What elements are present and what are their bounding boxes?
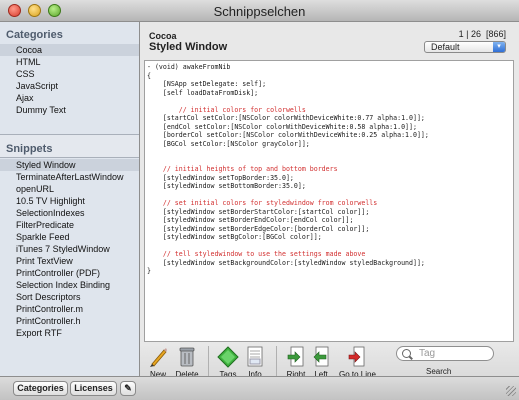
snippet-header: Cocoa Styled Window 1 | 26 [866] Default…: [140, 22, 519, 60]
sidebar: Categories Cocoa HTML CSS JavaScript Ajax Dum…: [0, 22, 140, 376]
snippet-item[interactable]: SelectionIndexes: [0, 207, 139, 219]
categories-list: Cocoa HTML CSS JavaScript Ajax Dummy Text: [0, 44, 139, 116]
snippet-title: Styled Window: [149, 41, 228, 53]
snippet-item[interactable]: FilterPredicate: [0, 219, 139, 231]
code-line: - (void) awakeFromNib: [147, 63, 231, 71]
snippet-item[interactable]: PrintController (PDF): [0, 267, 139, 279]
categories-button[interactable]: Categories: [13, 381, 68, 396]
code-line: [self loadDataFromDisk];: [147, 88, 259, 97]
code-editor[interactable]: - (void) awakeFromNib{ [NSApp setDelegat…: [144, 60, 514, 342]
code-line: [borderCol setColor:[NSColor colorWithDe…: [147, 131, 429, 139]
code-line: [styledWindow setBorderEndColor:[endCol …: [147, 216, 354, 224]
code-line: [styledWindow setBottomBorder:35.0];: [147, 182, 306, 190]
categories-heading: Categories: [6, 29, 63, 41]
category-item[interactable]: Ajax: [0, 92, 139, 104]
licenses-button[interactable]: Licenses: [70, 381, 117, 396]
snippet-item[interactable]: Export RTF: [0, 327, 139, 339]
snippet-counter: 1 | 26 [866]: [458, 29, 506, 39]
code-line: [styledWindow setBackgroundColor:[styled…: [147, 258, 425, 267]
category-item[interactable]: Cocoa: [0, 44, 139, 56]
search-placeholder: Tag: [419, 348, 436, 359]
category-item[interactable]: HTML: [0, 56, 139, 68]
edit-button[interactable]: ✎: [120, 381, 136, 396]
snippets-heading: Snippets: [6, 143, 53, 155]
search-icon: [402, 349, 411, 358]
code-line: }: [147, 267, 151, 275]
code-line: [styledWindow setBorderStartColor:[start…: [147, 207, 370, 216]
snippet-item[interactable]: Selection Index Binding: [0, 279, 139, 291]
code-text[interactable]: - (void) awakeFromNib{ [NSApp setDelegat…: [147, 63, 429, 276]
main-panel: Cocoa Styled Window 1 | 26 [866] Default…: [140, 22, 519, 398]
snippet-item[interactable]: PrintController.h: [0, 315, 139, 327]
snippet-item[interactable]: TerminateAfterLastWindow: [0, 171, 139, 183]
delete-button[interactable]: Delete: [170, 342, 204, 379]
info-button[interactable]: Info: [238, 342, 272, 379]
scheme-select-value: Default: [431, 42, 460, 52]
snippet-item[interactable]: openURL: [0, 183, 139, 195]
snippets-list: Styled Window TerminateAfterLastWindow ope…: [0, 159, 139, 339]
snippet-item[interactable]: Styled Window: [0, 159, 139, 171]
chevron-updown-icon: ▾: [493, 42, 505, 52]
snippet-item[interactable]: Sparkle Feed: [0, 231, 139, 243]
search-label: Search: [426, 367, 452, 376]
snippet-item[interactable]: Print TextView: [0, 255, 139, 267]
category-item[interactable]: JavaScript: [0, 80, 139, 92]
code-line: {: [147, 71, 151, 80]
code-line: [startCol setColor:[NSColor colorWithDev…: [147, 114, 425, 122]
window-title: Schnippselchen: [213, 4, 306, 19]
info-document-icon: [244, 345, 266, 369]
bottom-bar: Categories Licenses ✎: [0, 376, 519, 400]
code-line: [NSApp setDelegate: self];: [147, 80, 267, 88]
arrow-into-document-icon: [346, 345, 368, 369]
code-comment-line: // tell styledwindow to use the settings…: [147, 250, 366, 258]
indent-left-button[interactable]: Left: [304, 342, 338, 379]
code-line: [BGCol setColor:[NSColor grayColor]];: [147, 139, 310, 148]
code-comment-line: // initial heights of top and bottom bor…: [147, 165, 338, 173]
snippet-item[interactable]: Sort Descriptors: [0, 291, 139, 303]
go-to-line-button[interactable]: Go to Line: [339, 342, 376, 379]
code-line: [endCol setColor:[NSColor colorWithDevic…: [147, 122, 417, 131]
category-item[interactable]: CSS: [0, 68, 139, 80]
trash-icon: [176, 345, 198, 369]
snippet-item[interactable]: PrintController.m: [0, 303, 139, 315]
code-line: [styledWindow setTopBorder:35.0];: [147, 173, 294, 182]
search-field[interactable]: Tag: [396, 346, 494, 361]
snippet-category: Cocoa: [149, 31, 177, 41]
code-line: [styledWindow setBorderEdgeColor:[border…: [147, 224, 370, 233]
code-comment-line: // initial colors for colorwells: [147, 105, 306, 114]
arrow-left-document-icon: [310, 345, 332, 369]
snippet-item[interactable]: 10.5 TV Highlight: [0, 195, 139, 207]
category-item[interactable]: Dummy Text: [0, 104, 139, 116]
snippet-item[interactable]: iTunes 7 StyledWindow: [0, 243, 139, 255]
code-comment-line: // set initial colors for styledwindow f…: [147, 199, 378, 207]
resize-grip[interactable]: [506, 386, 516, 396]
tag-diamond-icon: [217, 345, 239, 369]
title-bar: Schnippselchen: [0, 0, 519, 22]
code-line: [styledWindow setBgColor:[BGCol color]];: [147, 233, 322, 241]
scheme-select[interactable]: Default ▾: [424, 41, 506, 53]
pencil-icon: [147, 345, 169, 369]
